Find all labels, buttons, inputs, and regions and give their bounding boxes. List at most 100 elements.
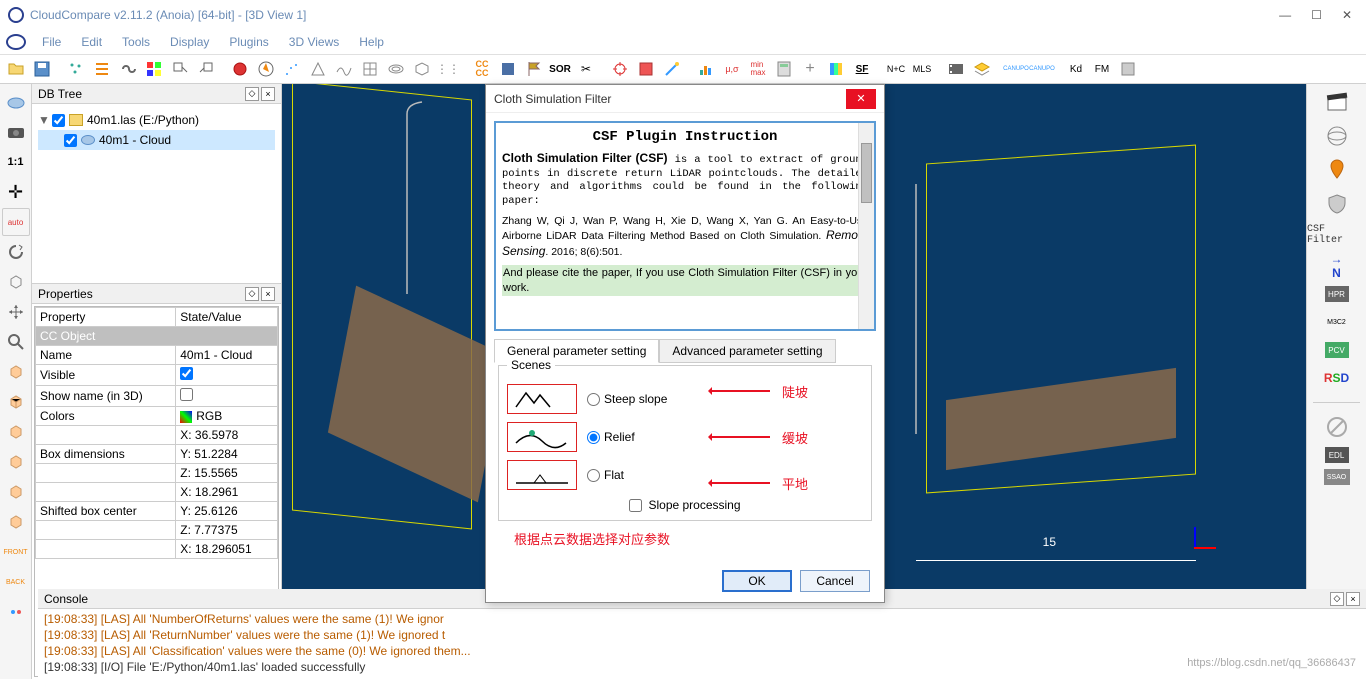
cancel-button[interactable]: Cancel (800, 570, 870, 592)
layers-icon[interactable] (970, 57, 994, 81)
open-icon[interactable] (4, 57, 28, 81)
grid-icon[interactable] (358, 57, 382, 81)
tree-check-root[interactable] (52, 114, 65, 127)
cc-icon[interactable]: CCCC (470, 57, 494, 81)
close-pane-button[interactable]: × (261, 87, 275, 101)
sor-button[interactable]: SOR (548, 57, 572, 81)
pcv-icon[interactable]: PCV (1325, 342, 1349, 358)
zoom-icon[interactable] (2, 328, 30, 356)
list-icon[interactable] (90, 57, 114, 81)
canupo1-button[interactable]: CANUPO (1004, 57, 1028, 81)
shield-icon[interactable] (1323, 190, 1351, 218)
sphere-icon[interactable] (228, 57, 252, 81)
undock-button[interactable]: ◇ (245, 87, 259, 101)
view-side-icon[interactable] (2, 418, 30, 446)
clapper-icon[interactable] (1323, 88, 1351, 116)
fm-button[interactable]: FM (1090, 57, 1114, 81)
cube1-icon[interactable] (2, 268, 30, 296)
camera-icon[interactable] (2, 118, 30, 146)
rsd-icon[interactable]: RSD (1323, 364, 1351, 392)
relief-radio-label[interactable]: Relief (587, 430, 635, 444)
north-icon[interactable]: →N (1323, 252, 1351, 280)
link-icon[interactable] (116, 57, 140, 81)
view-front-icon[interactable] (2, 388, 30, 416)
canupo2-button[interactable]: CANUPO (1030, 57, 1054, 81)
menu-edit[interactable]: Edit (73, 33, 110, 51)
visible-checkbox[interactable] (180, 367, 193, 380)
target-icon[interactable] (608, 57, 632, 81)
tab-advanced[interactable]: Advanced parameter setting (659, 339, 835, 363)
nplusc-button[interactable]: N+C (884, 57, 908, 81)
flag-icon[interactable] (522, 57, 546, 81)
ratio-icon[interactable]: 1:1 (2, 148, 30, 176)
surface-icon[interactable] (332, 57, 356, 81)
stats-icon[interactable]: μ,σ (720, 57, 744, 81)
front-label-icon[interactable]: FRONT (2, 538, 30, 566)
menu-tools[interactable]: Tools (114, 33, 158, 51)
scrollbar[interactable] (858, 123, 874, 329)
gradient-icon[interactable] (824, 57, 848, 81)
sf-button[interactable]: SF (850, 57, 874, 81)
undock-button[interactable]: ◇ (1330, 592, 1344, 606)
close-pane-button[interactable]: × (1346, 592, 1360, 606)
minmax-icon[interactable]: minmax (746, 57, 770, 81)
scatter-icon[interactable] (280, 57, 304, 81)
dialog-titlebar[interactable]: Cloth Simulation Filter ✕ (486, 85, 884, 113)
points-icon[interactable] (64, 57, 88, 81)
wand-icon[interactable] (660, 57, 684, 81)
color-icon[interactable] (142, 57, 166, 81)
csf-filter-label[interactable]: CSF Filter (1307, 224, 1366, 246)
volume-icon[interactable] (410, 57, 434, 81)
dots-icon[interactable]: ⋮⋮ (436, 57, 460, 81)
menu-file[interactable]: File (34, 33, 69, 51)
ssao-icon[interactable]: SSAO (1324, 469, 1350, 485)
iso-icon[interactable] (2, 598, 30, 626)
steep-radio-label[interactable]: Steep slope (587, 392, 667, 406)
steep-radio[interactable] (587, 393, 600, 406)
box-icon[interactable] (496, 57, 520, 81)
film-icon[interactable] (944, 57, 968, 81)
book-icon[interactable] (634, 57, 658, 81)
instruction-panel[interactable]: CSF Plugin Instruction Cloth Simulation … (494, 121, 876, 331)
mls-button[interactable]: MLS (910, 57, 934, 81)
undock-button[interactable]: ◇ (245, 287, 259, 301)
ok-button[interactable]: OK (722, 570, 792, 592)
slope-processing[interactable]: Slope processing (507, 498, 863, 512)
view-back-icon[interactable] (2, 448, 30, 476)
calc-icon[interactable] (772, 57, 796, 81)
contour-icon[interactable] (384, 57, 408, 81)
showname-checkbox[interactable] (180, 388, 193, 401)
import-icon[interactable] (194, 57, 218, 81)
close-button[interactable]: ✕ (1342, 8, 1352, 22)
minimize-button[interactable]: — (1279, 8, 1291, 22)
back-label-icon[interactable]: BACK (2, 568, 30, 596)
edl-icon[interactable]: EDL (1325, 447, 1349, 463)
view-top-icon[interactable] (2, 358, 30, 386)
console[interactable]: [19:08:33] [LAS] All 'NumberOfReturns' v… (38, 609, 1366, 679)
tree-item-root[interactable]: ▼ 40m1.las (E:/Python) (38, 110, 275, 130)
slope-checkbox[interactable] (629, 499, 642, 512)
hpr-icon[interactable]: HPR (1325, 286, 1349, 302)
relief-radio[interactable] (587, 431, 600, 444)
menu-plugins[interactable]: Plugins (221, 33, 276, 51)
sfgrid-icon[interactable] (1116, 57, 1140, 81)
move-icon[interactable] (2, 298, 30, 326)
auto-icon[interactable]: auto (2, 208, 30, 236)
no-icon[interactable] (1323, 413, 1351, 441)
flat-radio[interactable] (587, 469, 600, 482)
menu-display[interactable]: Display (162, 33, 217, 51)
maximize-button[interactable]: ☐ (1311, 8, 1322, 22)
tree-check-cloud[interactable] (64, 134, 77, 147)
close-pane-button[interactable]: × (261, 287, 275, 301)
pin-icon[interactable] (1323, 156, 1351, 184)
plus-icon[interactable]: + (798, 57, 822, 81)
export-icon[interactable] (168, 57, 192, 81)
kd-button[interactable]: Kd (1064, 57, 1088, 81)
flat-radio-label[interactable]: Flat (587, 468, 624, 482)
view-left-icon[interactable] (2, 478, 30, 506)
save-icon[interactable] (30, 57, 54, 81)
globe-icon[interactable] (1323, 122, 1351, 150)
cloud-icon[interactable] (2, 88, 30, 116)
menu-help[interactable]: Help (351, 33, 392, 51)
scissors-icon[interactable]: ✂ (574, 57, 598, 81)
